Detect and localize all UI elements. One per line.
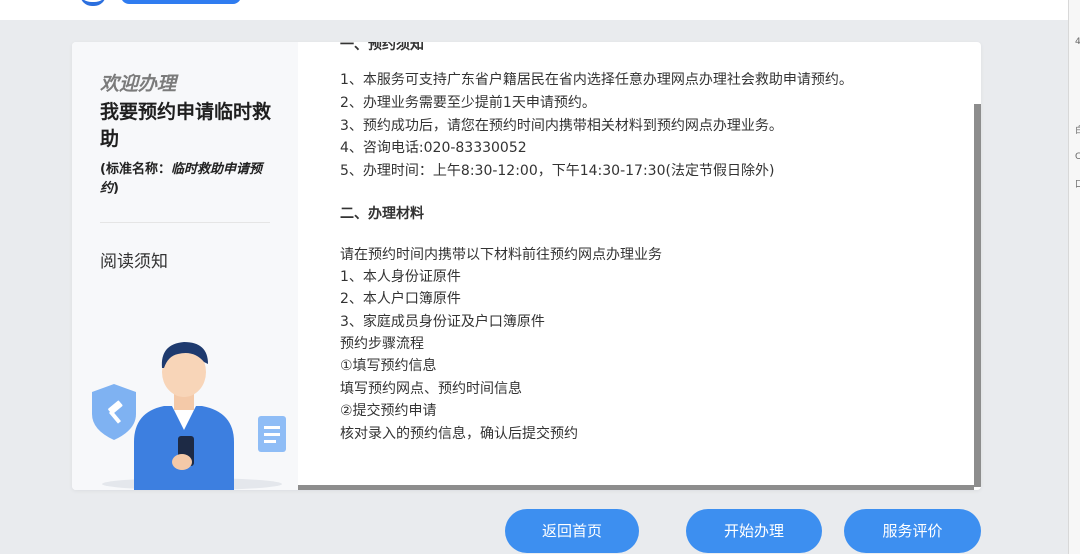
edge-char: 口 <box>1075 180 1080 190</box>
service-evaluation-button[interactable]: 服务评价 <box>844 509 981 553</box>
service-title: 我要预约申请临时救助 <box>100 101 272 150</box>
notice-line: 2、办理业务需要至少提前1天申请预约。 <box>340 95 596 111</box>
materials-line: 2、本人户口簿原件 <box>340 291 461 307</box>
edge-char: C <box>1075 152 1080 162</box>
section-heading-notice: 一、预约须知 <box>340 42 424 53</box>
sidebar-divider <box>100 222 270 223</box>
materials-line: 预约步骤流程 <box>340 336 424 352</box>
materials-line: 1、本人身份证原件 <box>340 269 461 285</box>
standard-name-prefix: (标准名称： <box>100 162 171 177</box>
welcome-text: 欢迎办理 <box>100 73 177 95</box>
right-edge-panel: 4 白 C 口 <box>1068 0 1080 554</box>
materials-line: ②提交预约申请 <box>340 403 437 419</box>
materials-line: 核对录入的预约信息，确认后提交预约 <box>340 426 578 442</box>
notice-line: 1、本服务可支持广东省户籍居民在省内选择任意办理网点办理社会救助申请预约。 <box>340 72 853 88</box>
horizontal-scrollbar[interactable] <box>298 485 974 490</box>
vertical-scrollbar[interactable] <box>974 104 981 487</box>
start-process-button[interactable]: 开始办理 <box>686 509 822 553</box>
sidebar-item-read-notice[interactable]: 阅读须知 <box>100 247 168 272</box>
notice-line: 3、预约成功后，请您在预约时间内携带相关材料到预约网点办理业务。 <box>340 118 783 134</box>
materials-line: 请在预约时间内携带以下材料前往预约网点办理业务 <box>340 247 662 263</box>
notice-card: 欢迎办理 我要预约申请临时救助 (标准名称：临时救助申请预约) 阅读须知 一、预… <box>72 42 981 490</box>
edge-char: 白 <box>1075 126 1080 136</box>
top-bar <box>0 0 1068 20</box>
notice-line: 4、咨询电话:020-83330052 <box>340 140 527 156</box>
back-home-button[interactable]: 返回首页 <box>505 509 639 553</box>
sidebar: 欢迎办理 我要预约申请临时救助 (标准名称：临时救助申请预约) 阅读须知 <box>72 42 298 490</box>
standard-name: (标准名称：临时救助申请预约) <box>100 160 280 198</box>
standard-name-suffix: ) <box>113 181 119 196</box>
notice-content: 一、预约须知 1、本服务可支持广东省户籍居民在省内选择任意办理网点办理社会救助申… <box>340 42 960 490</box>
person-illustration <box>92 342 286 490</box>
header-badge[interactable] <box>121 0 241 4</box>
materials-line: 3、家庭成员身份证及户口簿原件 <box>340 314 545 330</box>
logo-icon <box>80 0 106 6</box>
edge-char: 4 <box>1075 37 1080 47</box>
section-heading-materials: 二、办理材料 <box>340 206 424 222</box>
notice-line: 5、办理时间：上午8:30-12:00，下午14:30-17:30(法定节假日除… <box>340 163 775 179</box>
materials-line: 填写预约网点、预约时间信息 <box>340 381 522 397</box>
materials-line: ①填写预约信息 <box>340 358 437 374</box>
